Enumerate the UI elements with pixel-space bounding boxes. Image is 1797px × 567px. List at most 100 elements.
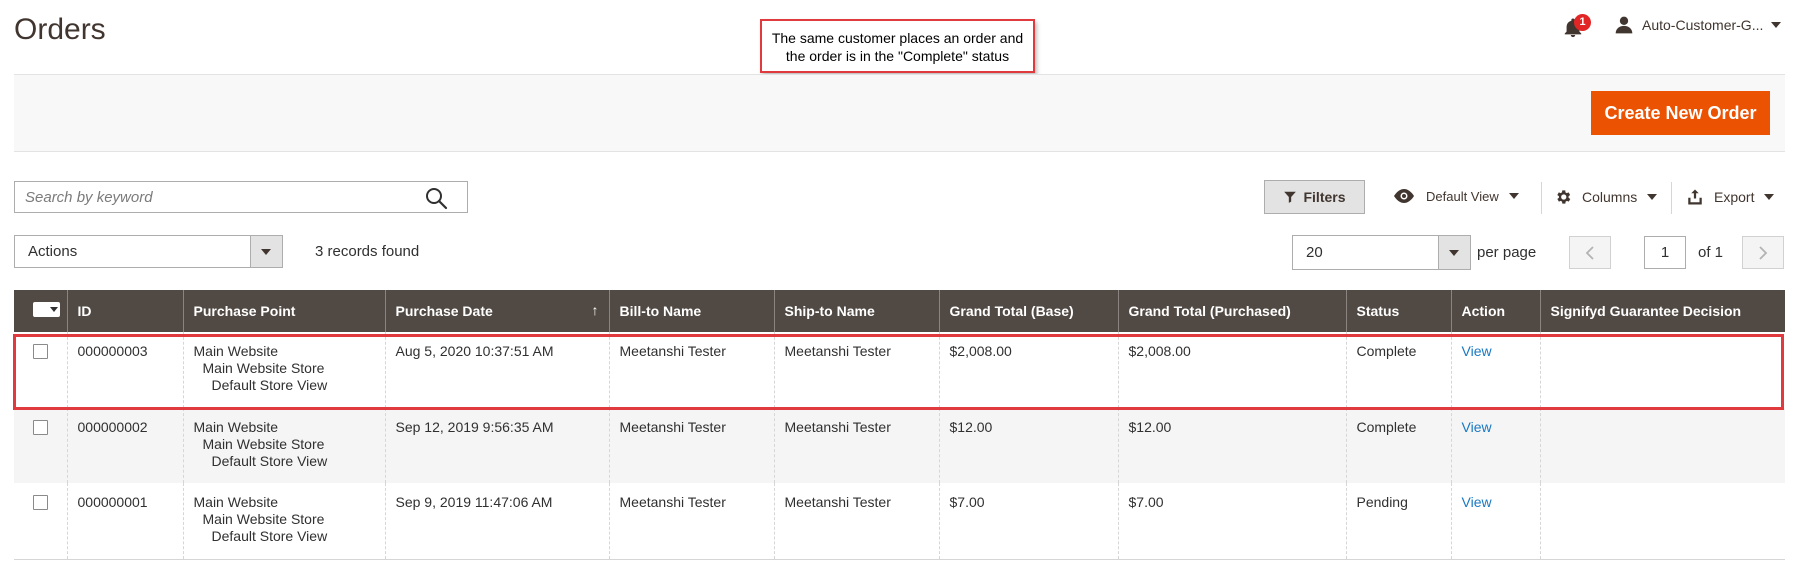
purchase-date: Sep 12, 2019 9:56:35 AM (384, 408, 609, 483)
signifyd-decision (1539, 483, 1785, 560)
chevron-down-icon (1647, 194, 1658, 200)
order-id: 000000001 (66, 483, 183, 560)
grand-total-base: $7.00 (938, 483, 1118, 560)
column-header-grand-total-base[interactable]: Grand Total (Base) (938, 290, 1118, 332)
columns-label: Columns (1582, 189, 1638, 205)
filters-label: Filters (1303, 189, 1346, 205)
bill-to-name: Meetanshi Tester (608, 408, 774, 483)
view-order-link[interactable]: View (1462, 419, 1492, 435)
columns-dropdown[interactable]: Columns (1554, 188, 1658, 206)
notification-count-badge: 1 (1574, 14, 1591, 31)
view-label: Default View (1426, 188, 1499, 204)
purchase-point-store: Main Website Store (202, 360, 325, 376)
order-status: Pending (1345, 483, 1451, 560)
mass-actions-select[interactable]: Actions (14, 235, 283, 268)
column-header-status[interactable]: Status (1345, 290, 1451, 332)
purchase-point-store: Main Website Store (202, 511, 325, 527)
column-header-bill-to-name[interactable]: Bill-to Name (608, 290, 774, 332)
chevron-right-icon (1759, 245, 1768, 260)
chevron-left-icon (1585, 245, 1594, 260)
funnel-icon (1284, 191, 1297, 203)
create-new-order-button[interactable]: Create New Order (1591, 91, 1770, 135)
page-actions-bar (14, 74, 1785, 152)
table-row: 000000002 Main Website Main Website Stor… (14, 408, 1785, 483)
row-select-cell (14, 408, 67, 483)
export-dropdown[interactable]: Export (1686, 188, 1775, 206)
search-icon[interactable] (424, 186, 448, 210)
table-row: 000000003 Main Website Main Website Stor… (14, 332, 1785, 408)
column-header-ship-to-name[interactable]: Ship-to Name (773, 290, 939, 332)
page-title: Orders (14, 13, 106, 46)
select-all-checkbox[interactable] (34, 302, 48, 317)
callout-line-2: the order is in the "Complete" status (785, 48, 1010, 64)
user-name: Auto-Customer-G... (1642, 17, 1764, 33)
eye-icon (1394, 189, 1414, 203)
action-cell: View (1450, 483, 1540, 560)
chevron-down-icon (1449, 250, 1459, 256)
mass-actions-toggle[interactable] (250, 236, 282, 267)
filters-button[interactable]: Filters (1264, 180, 1365, 214)
column-header-grand-total-purchased[interactable]: Grand Total (Purchased) (1117, 290, 1346, 332)
order-id: 000000003 (66, 332, 183, 408)
column-header-purchase-date-label: Purchase Date (395, 303, 493, 319)
row-checkbox[interactable] (33, 344, 48, 359)
next-page-button[interactable] (1742, 236, 1784, 269)
chevron-down-icon (1508, 193, 1519, 199)
view-order-link[interactable]: View (1462, 494, 1492, 510)
mass-actions-label: Actions (28, 243, 78, 260)
callout-line-1: The same customer places an order and (771, 30, 1024, 46)
page-number-input[interactable] (1644, 236, 1686, 269)
column-header-purchase-date[interactable]: Purchase Date ↑ (384, 290, 609, 332)
per-page-label: per page (1477, 244, 1537, 261)
mass-select-toggle[interactable] (33, 302, 60, 318)
grid-header-row: ID Purchase Point Purchase Date ↑ Bill-t… (14, 290, 1785, 332)
grand-total-purchased: $12.00 (1117, 408, 1346, 483)
row-checkbox[interactable] (33, 495, 48, 510)
row-select-cell (14, 332, 67, 408)
purchase-point-website: Main Website (193, 494, 279, 510)
purchase-point: Main Website Main Website Store Default … (182, 408, 385, 483)
search-box (14, 181, 468, 213)
annotation-callout: The same customer places an order and th… (760, 19, 1035, 73)
grand-total-purchased: $2,008.00 (1117, 332, 1346, 408)
column-header-id[interactable]: ID (66, 290, 183, 332)
signifyd-decision (1539, 332, 1785, 408)
purchase-point: Main Website Main Website Store Default … (182, 332, 385, 408)
purchase-point: Main Website Main Website Store Default … (182, 483, 385, 560)
column-header-action: Action (1450, 290, 1540, 332)
ship-to-name: Meetanshi Tester (773, 483, 939, 560)
view-order-link[interactable]: View (1462, 343, 1492, 359)
search-input[interactable] (15, 182, 435, 212)
purchase-point-store-view: Default Store View (211, 528, 328, 544)
order-status: Complete (1345, 408, 1451, 483)
gear-icon (1557, 190, 1571, 204)
export-label: Export (1714, 189, 1755, 205)
account-menu[interactable]: Auto-Customer-G... (1614, 14, 1782, 36)
purchase-date: Sep 9, 2019 11:47:06 AM (384, 483, 609, 560)
bill-to-name: Meetanshi Tester (608, 332, 774, 408)
chevron-down-icon (50, 307, 58, 313)
ship-to-name: Meetanshi Tester (773, 332, 939, 408)
chevron-down-icon (1764, 194, 1775, 200)
per-page-select[interactable]: 20 (1292, 235, 1471, 270)
column-header-signifyd[interactable]: Signifyd Guarantee Decision (1539, 290, 1785, 332)
per-page-toggle[interactable] (1438, 236, 1470, 269)
purchase-point-store-view: Default Store View (211, 453, 328, 469)
table-row: 000000001 Main Website Main Website Stor… (14, 483, 1785, 560)
purchase-point-store-view: Default Store View (211, 377, 328, 393)
purchase-point-website: Main Website (193, 419, 279, 435)
order-id: 000000002 (66, 408, 183, 483)
toolbar-divider (1671, 182, 1672, 214)
column-header-purchase-point[interactable]: Purchase Point (182, 290, 385, 332)
view-switcher[interactable]: Default View (1392, 188, 1519, 204)
row-select-cell (14, 483, 67, 560)
previous-page-button[interactable] (1569, 236, 1611, 269)
ship-to-name: Meetanshi Tester (773, 408, 939, 483)
total-pages-label: of 1 (1698, 244, 1724, 261)
chevron-down-icon (1771, 22, 1782, 28)
mass-select-header[interactable] (14, 290, 67, 332)
action-cell: View (1450, 332, 1540, 408)
purchase-date: Aug 5, 2020 10:37:51 AM (384, 332, 609, 408)
row-checkbox[interactable] (33, 420, 48, 435)
purchase-point-store: Main Website Store (202, 436, 325, 452)
